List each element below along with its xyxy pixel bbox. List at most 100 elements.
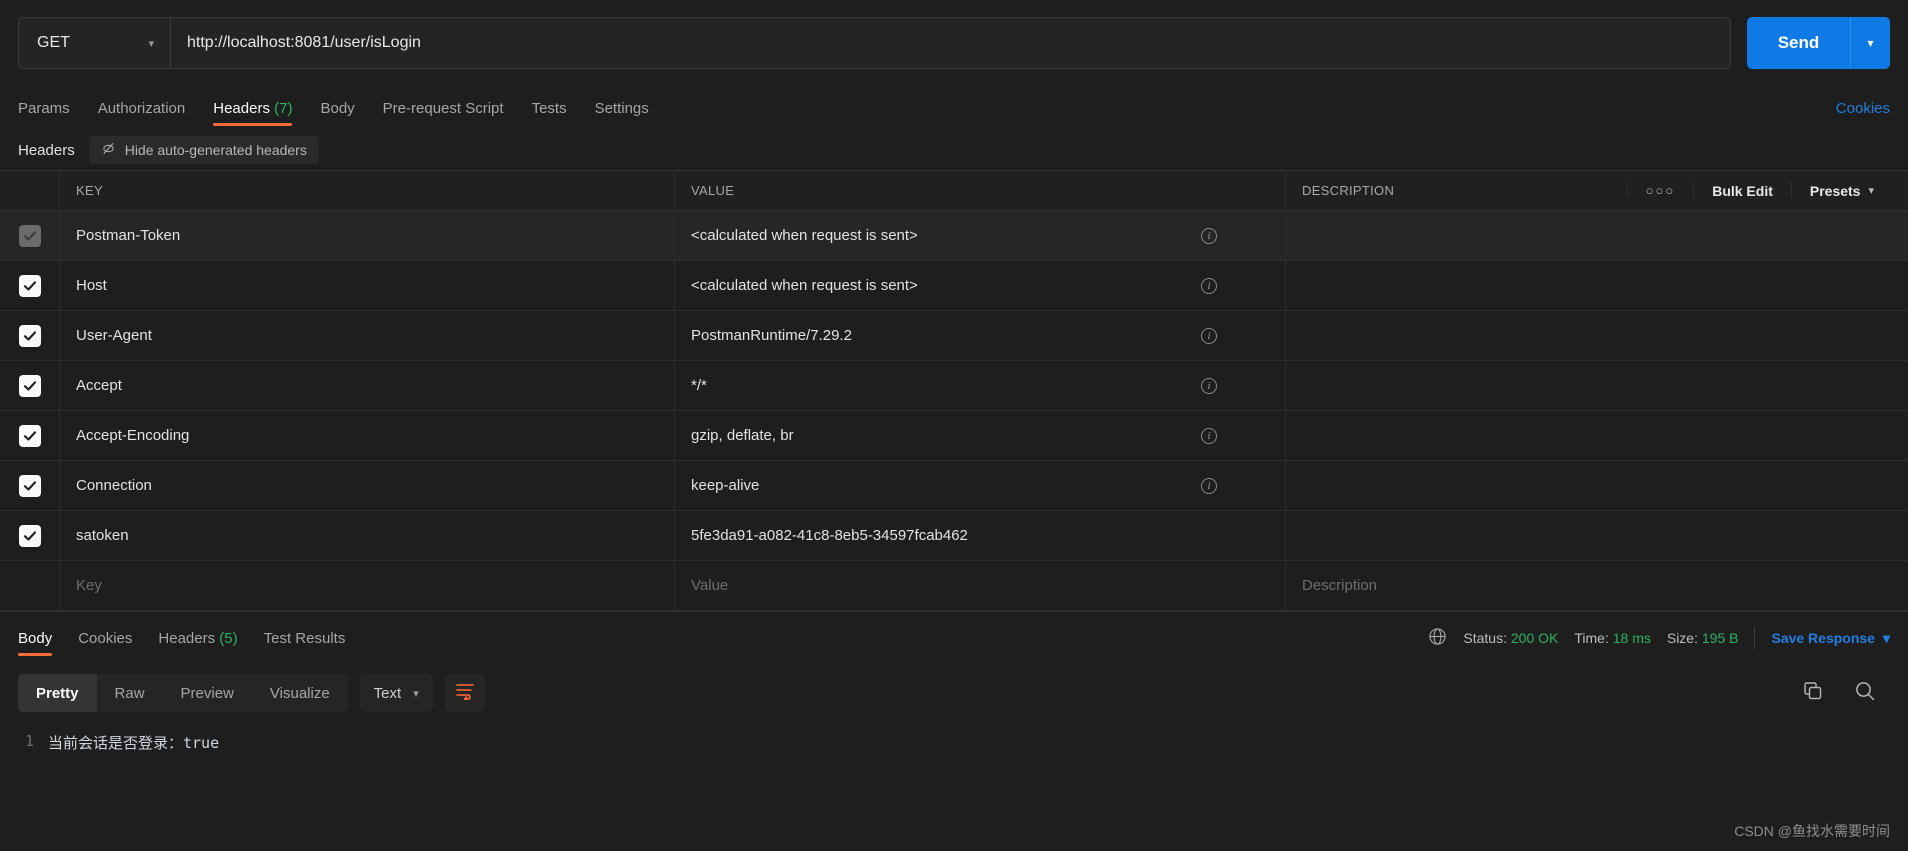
table-row[interactable]: satoken 5fe3da91-a082-41c8-8eb5-34597fca… (0, 511, 1908, 561)
headers-subbar: Headers Hide auto-generated headers (0, 130, 1908, 170)
row-key-cell[interactable]: Accept-Encoding (60, 411, 675, 460)
row-key-cell[interactable]: Connection (60, 461, 675, 510)
row-checkbox[interactable] (19, 325, 41, 347)
save-response-button[interactable]: Save Response ▾ (1771, 630, 1890, 647)
row-key-cell[interactable]: User-Agent (60, 311, 675, 360)
new-key-placeholder: Key (76, 577, 102, 594)
row-value-cell[interactable]: keep-alive i (675, 461, 1286, 510)
search-icon[interactable] (1854, 680, 1876, 707)
url-input[interactable]: http://localhost:8081/user/isLogin (171, 18, 1730, 68)
row-value-cell[interactable]: <calculated when request is sent> i (675, 261, 1286, 310)
info-icon[interactable]: i (1201, 428, 1217, 444)
row-checkbox[interactable] (19, 275, 41, 297)
hide-auto-generated-headers-button[interactable]: Hide auto-generated headers (89, 136, 319, 164)
row-checkbox[interactable] (19, 475, 41, 497)
tab-label: Test Results (264, 630, 346, 647)
row-value-cell[interactable]: 5fe3da91-a082-41c8-8eb5-34597fcab462 (675, 511, 1286, 560)
tab-tests[interactable]: Tests (532, 91, 567, 126)
status-group: Status: 200 OK (1463, 630, 1558, 646)
table-row[interactable]: Host <calculated when request is sent> i (0, 261, 1908, 311)
table-row-new[interactable]: Key Value Description (0, 561, 1908, 611)
row-checkbox[interactable] (19, 375, 41, 397)
response-tab-headers[interactable]: Headers (5) (158, 621, 237, 656)
save-response-label: Save Response (1771, 630, 1875, 646)
bulk-edit-button[interactable]: Bulk Edit (1693, 183, 1791, 199)
tab-pre-request-script[interactable]: Pre-request Script (383, 91, 504, 126)
time-value: 18 ms (1613, 630, 1651, 646)
row-key-cell[interactable]: Host (60, 261, 675, 310)
headers-section-title: Headers (18, 142, 75, 159)
row-description-cell[interactable] (1286, 461, 1908, 510)
row-checkbox[interactable] (19, 525, 41, 547)
send-button[interactable]: Send (1747, 17, 1850, 69)
row-description-cell[interactable] (1286, 211, 1908, 260)
response-tab-cookies[interactable]: Cookies (78, 621, 132, 656)
header-value-text: gzip, deflate, br (691, 427, 794, 444)
row-value-cell[interactable]: */* i (675, 361, 1286, 410)
view-mode-segmented-control: Pretty Raw Preview Visualize (18, 674, 348, 712)
send-options-button[interactable]: ▾ (1850, 17, 1890, 69)
row-key-cell[interactable]: Accept (60, 361, 675, 410)
row-description-cell[interactable] (1286, 511, 1908, 560)
info-icon[interactable]: i (1201, 378, 1217, 394)
tab-label: Body (320, 100, 354, 117)
view-mode-pretty[interactable]: Pretty (18, 674, 97, 712)
url-group: GET ▾ http://localhost:8081/user/isLogin (18, 17, 1731, 69)
info-icon[interactable]: i (1201, 328, 1217, 344)
tab-count-badge: (7) (274, 100, 292, 117)
table-row[interactable]: Accept */* i (0, 361, 1908, 411)
tab-authorization[interactable]: Authorization (98, 91, 186, 126)
cookies-link[interactable]: Cookies (1836, 100, 1890, 117)
row-value-cell[interactable]: PostmanRuntime/7.29.2 i (675, 311, 1286, 360)
response-tab-body[interactable]: Body (18, 621, 52, 656)
header-value-text: */* (691, 377, 707, 394)
info-icon[interactable]: i (1201, 228, 1217, 244)
tab-label: Headers (158, 630, 215, 647)
status-label: Status: (1463, 630, 1507, 646)
row-checkbox[interactable] (19, 425, 41, 447)
header-key-text: Connection (76, 477, 152, 494)
tab-label: Pre-request Script (383, 100, 504, 117)
info-icon[interactable]: i (1201, 478, 1217, 494)
row-checkbox-cell (0, 211, 60, 260)
row-checkbox[interactable] (19, 225, 41, 247)
tab-headers[interactable]: Headers (7) (213, 91, 292, 126)
globe-icon (1428, 627, 1447, 649)
tab-settings[interactable]: Settings (595, 91, 649, 126)
presets-button[interactable]: Presets ▾ (1791, 183, 1892, 199)
response-format-select[interactable]: Text ▾ (360, 674, 433, 712)
row-key-cell[interactable]: satoken (60, 511, 675, 560)
view-mode-preview[interactable]: Preview (163, 674, 252, 712)
info-icon[interactable]: i (1201, 278, 1217, 294)
chevron-down-icon: ▾ (1868, 184, 1874, 197)
row-description-cell[interactable] (1286, 361, 1908, 410)
view-mode-visualize[interactable]: Visualize (252, 674, 348, 712)
tab-body[interactable]: Body (320, 91, 354, 126)
tab-label: Headers (213, 100, 270, 117)
http-method-select[interactable]: GET ▾ (19, 18, 171, 68)
table-row[interactable]: Postman-Token <calculated when request i… (0, 211, 1908, 261)
more-options-button[interactable]: ○○○ (1627, 183, 1694, 199)
table-row[interactable]: User-Agent PostmanRuntime/7.29.2 i (0, 311, 1908, 361)
new-description-input[interactable]: Description (1286, 561, 1908, 610)
url-text: http://localhost:8081/user/isLogin (187, 34, 421, 52)
chevron-down-icon: ▾ (148, 37, 154, 50)
row-description-cell[interactable] (1286, 311, 1908, 360)
table-row[interactable]: Connection keep-alive i (0, 461, 1908, 511)
row-checkbox-cell (0, 311, 60, 360)
table-row[interactable]: Accept-Encoding gzip, deflate, br i (0, 411, 1908, 461)
row-value-cell[interactable]: gzip, deflate, br i (675, 411, 1286, 460)
tab-params[interactable]: Params (18, 91, 70, 126)
new-value-input[interactable]: Value (675, 561, 1286, 610)
new-key-input[interactable]: Key (60, 561, 675, 610)
response-tab-test-results[interactable]: Test Results (264, 621, 346, 656)
row-value-cell[interactable]: <calculated when request is sent> i (675, 211, 1286, 260)
row-description-cell[interactable] (1286, 411, 1908, 460)
wrap-lines-button[interactable] (445, 674, 485, 712)
row-description-cell[interactable] (1286, 261, 1908, 310)
divider (1754, 627, 1755, 649)
copy-icon[interactable] (1802, 680, 1824, 707)
view-mode-raw[interactable]: Raw (97, 674, 163, 712)
row-key-cell[interactable]: Postman-Token (60, 211, 675, 260)
tab-label: Params (18, 100, 70, 117)
